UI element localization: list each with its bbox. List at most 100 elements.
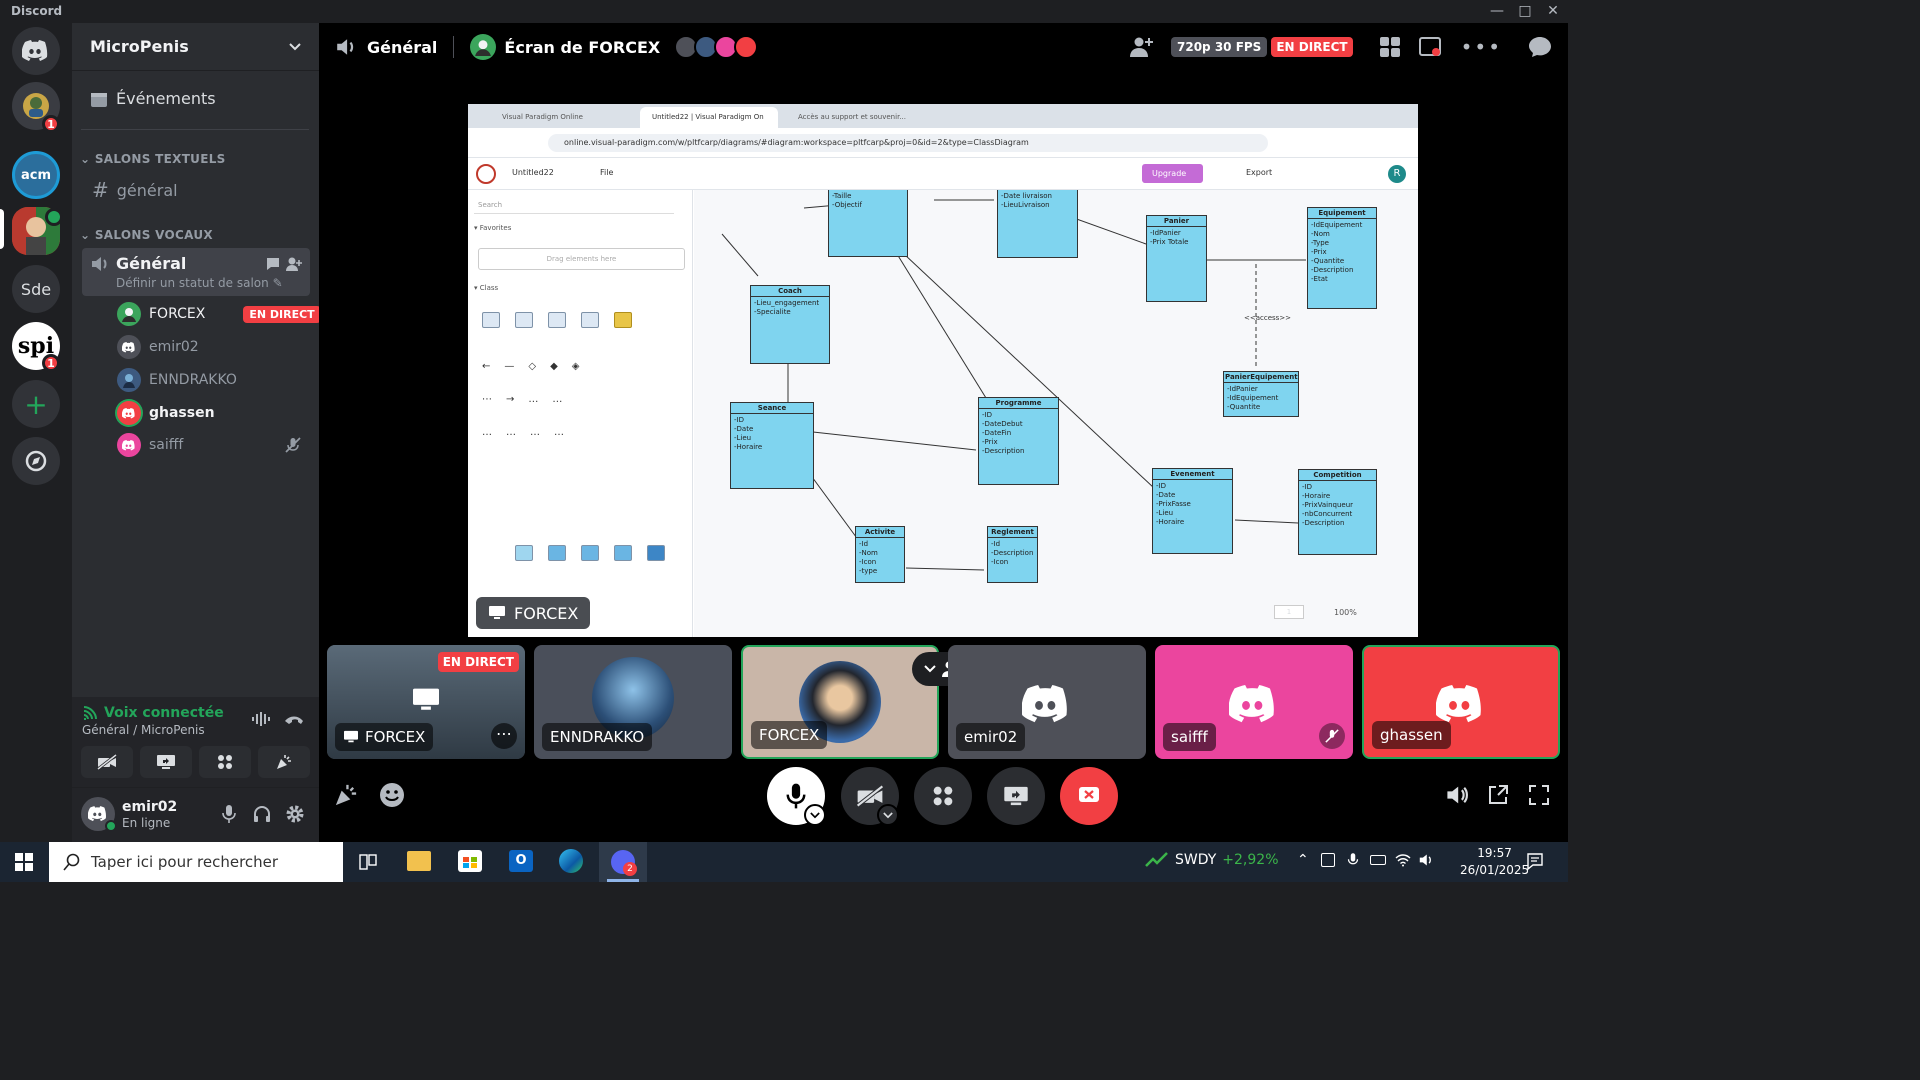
uml-class-reglement[interactable]: Reglement -Id -Description -Icon — [987, 526, 1038, 583]
battery-icon[interactable] — [1370, 855, 1386, 865]
voice-user-saifff[interactable]: saifff — [117, 431, 183, 459]
tool-database-icon[interactable] — [614, 312, 632, 328]
participant-tile-emir02[interactable]: emir02 — [948, 645, 1146, 759]
tool-note-icon[interactable] — [515, 545, 533, 561]
channel-general-text[interactable]: # général — [92, 178, 178, 202]
disconnect-icon[interactable] — [284, 713, 304, 727]
tool-document-icon[interactable] — [647, 545, 665, 561]
file-explorer-icon[interactable] — [407, 851, 431, 871]
browser-tab[interactable]: Visual Paradigm Online — [490, 107, 636, 127]
close-button[interactable]: ✕ — [1539, 2, 1567, 20]
doc-name[interactable]: Untitled22 — [512, 168, 554, 177]
palette-search[interactable]: Search — [474, 198, 674, 214]
category-voice-channels[interactable]: ⌄ SALONS VOCAUX — [80, 228, 213, 242]
tool-enum-icon[interactable] — [548, 312, 566, 328]
leave-call-button[interactable] — [1060, 767, 1118, 825]
url-field[interactable]: online.visual-paradigm.com/w/pltfcarp/di… — [548, 134, 1268, 152]
uml-class-seance[interactable]: Seance -ID -Date -Lieu -Horaire — [730, 402, 814, 489]
wifi-icon[interactable] — [1395, 853, 1411, 867]
tool-class-icon[interactable] — [482, 312, 500, 328]
more-options-icon[interactable]: ••• — [1461, 35, 1502, 59]
chat-bubble-icon[interactable] — [265, 257, 281, 271]
mic-tray-icon[interactable] — [1347, 852, 1359, 868]
uml-class-panier[interactable]: Panier -IdPanier -Prix Totale — [1146, 215, 1207, 302]
page-input[interactable]: 1 — [1274, 605, 1304, 619]
uml-class-coach[interactable]: Coach -Lieu_engagement -Specialite — [750, 285, 830, 364]
participant-tile-forcex-stream[interactable]: EN DIRECT FORCEX ⋯ — [327, 645, 525, 759]
favorites-section[interactable]: ▾ Favorites — [474, 224, 511, 232]
pop-out-icon[interactable] — [1487, 784, 1509, 806]
outlook-icon[interactable]: O — [509, 850, 533, 872]
uml-class-equipement[interactable]: Equipement -IdEquipement -Nom -Type -Prix… — [1307, 207, 1377, 309]
add-server-button[interactable]: + — [12, 380, 60, 428]
class-section[interactable]: ▾ Class — [474, 284, 498, 292]
fullscreen-icon[interactable] — [1528, 784, 1550, 806]
server-icon-acm[interactable]: acm — [12, 151, 60, 199]
mic-button[interactable] — [221, 804, 237, 824]
voice-user-emir02[interactable]: emir02 — [117, 333, 199, 361]
headset-button[interactable] — [252, 804, 272, 824]
uml-class-partial[interactable]: -Date livraison -LieuLivraison — [997, 190, 1078, 258]
maximize-button[interactable]: □ — [1511, 2, 1539, 20]
home-button[interactable] — [12, 27, 60, 75]
viewer-avatars[interactable] — [674, 35, 759, 59]
stock-ticker[interactable]: SWDY +2,92% — [1145, 852, 1279, 868]
notification-center-icon[interactable] — [1526, 852, 1544, 870]
minimize-button[interactable]: — — [1483, 2, 1511, 20]
uml-class-activite[interactable]: Activite -Id -Nom -Icon -type — [855, 526, 905, 583]
camera-tray-icon[interactable] — [1321, 853, 1335, 867]
activities-button[interactable] — [199, 746, 251, 778]
screen-share-view[interactable]: Visual Paradigm Online Untitled22 | Visu… — [468, 104, 1418, 637]
browser-tab[interactable]: Accès au support et souvenir... — [786, 107, 926, 127]
file-menu[interactable]: File — [600, 168, 613, 177]
camera-options-button[interactable] — [877, 804, 899, 826]
voice-connected-status[interactable]: Voix connectée — [82, 705, 224, 721]
voice-user-forcex[interactable]: FORCEX EN DIRECT — [117, 300, 321, 328]
upgrade-button[interactable]: Upgrade — [1142, 164, 1203, 183]
stream-quality-badge[interactable]: 720p 30 FPS — [1171, 37, 1268, 57]
zoom-level[interactable]: 100% — [1334, 608, 1357, 617]
screen-share-button[interactable] — [987, 767, 1045, 825]
participant-tile-forcex[interactable]: FORCEX — [741, 645, 939, 759]
emoji-icon[interactable] — [379, 782, 405, 808]
explore-button[interactable] — [12, 437, 60, 485]
events-item[interactable]: Événements — [90, 89, 216, 108]
soundboard-button[interactable] — [258, 746, 310, 778]
chevron-up-icon[interactable]: ⌃ — [1297, 852, 1309, 868]
uml-class-evenement[interactable]: Evenement -ID -Date -PrixFasse -Lieu -Hor… — [1152, 468, 1233, 554]
voice-user-ghassen[interactable]: ghassen — [117, 399, 215, 427]
voice-location[interactable]: Général / MicroPenis — [82, 723, 205, 737]
speaker-tray-icon[interactable] — [1418, 853, 1434, 867]
export-menu[interactable]: Export — [1246, 168, 1272, 177]
share-screen-button[interactable] — [140, 746, 192, 778]
participant-tile-enndrakko[interactable]: ENNDRAKKO — [534, 645, 732, 759]
participant-tile-ghassen[interactable]: ghassen — [1362, 645, 1560, 759]
taskbar-discord[interactable]: 2 — [599, 842, 647, 882]
participant-tile-saifff[interactable]: saifff — [1155, 645, 1353, 759]
voice-status-prompt[interactable]: Définir un statut de salon ✎ — [116, 276, 283, 290]
uml-class-partial[interactable]: -Taille -Objectif — [828, 190, 908, 257]
voice-user-enndrakko[interactable]: ENNDRAKKO — [117, 366, 237, 394]
more-options-icon[interactable]: ⋯ — [491, 723, 517, 749]
mic-options-button[interactable] — [804, 804, 826, 826]
store-icon[interactable] — [458, 850, 482, 872]
tool-folder-icon[interactable] — [614, 545, 632, 561]
camera-off-button[interactable] — [81, 746, 133, 778]
soundboard-icon[interactable] — [333, 782, 359, 808]
volume-icon[interactable] — [1445, 784, 1469, 806]
invite-user-icon[interactable] — [286, 256, 302, 272]
relation-tools[interactable]: ←—◇◆◈ ⋯→……………… — [482, 350, 672, 449]
taskbar-search[interactable]: Taper ici pour rechercher — [49, 842, 343, 882]
tool-interface-icon[interactable] — [515, 312, 533, 328]
edge-icon[interactable] — [559, 849, 583, 873]
tool-folder-icon[interactable] — [581, 545, 599, 561]
uml-class-competition[interactable]: Competition -ID -Horaire -PrixVainqueur -… — [1298, 469, 1377, 555]
diagram-canvas[interactable]: <<access>> Coach -Lieu_engagement -Specia… — [694, 190, 1418, 637]
server-icon-sde[interactable]: Sde — [12, 265, 60, 313]
activities-button[interactable] — [914, 767, 972, 825]
settings-button[interactable] — [285, 804, 305, 824]
uml-class-programme[interactable]: Programme -ID -DateDebut -DateFin -Prix -… — [978, 397, 1059, 485]
task-view-icon[interactable] — [358, 852, 378, 872]
browser-tab-active[interactable]: Untitled22 | Visual Paradigm On — [640, 107, 778, 128]
tool-package-icon[interactable] — [581, 312, 599, 328]
